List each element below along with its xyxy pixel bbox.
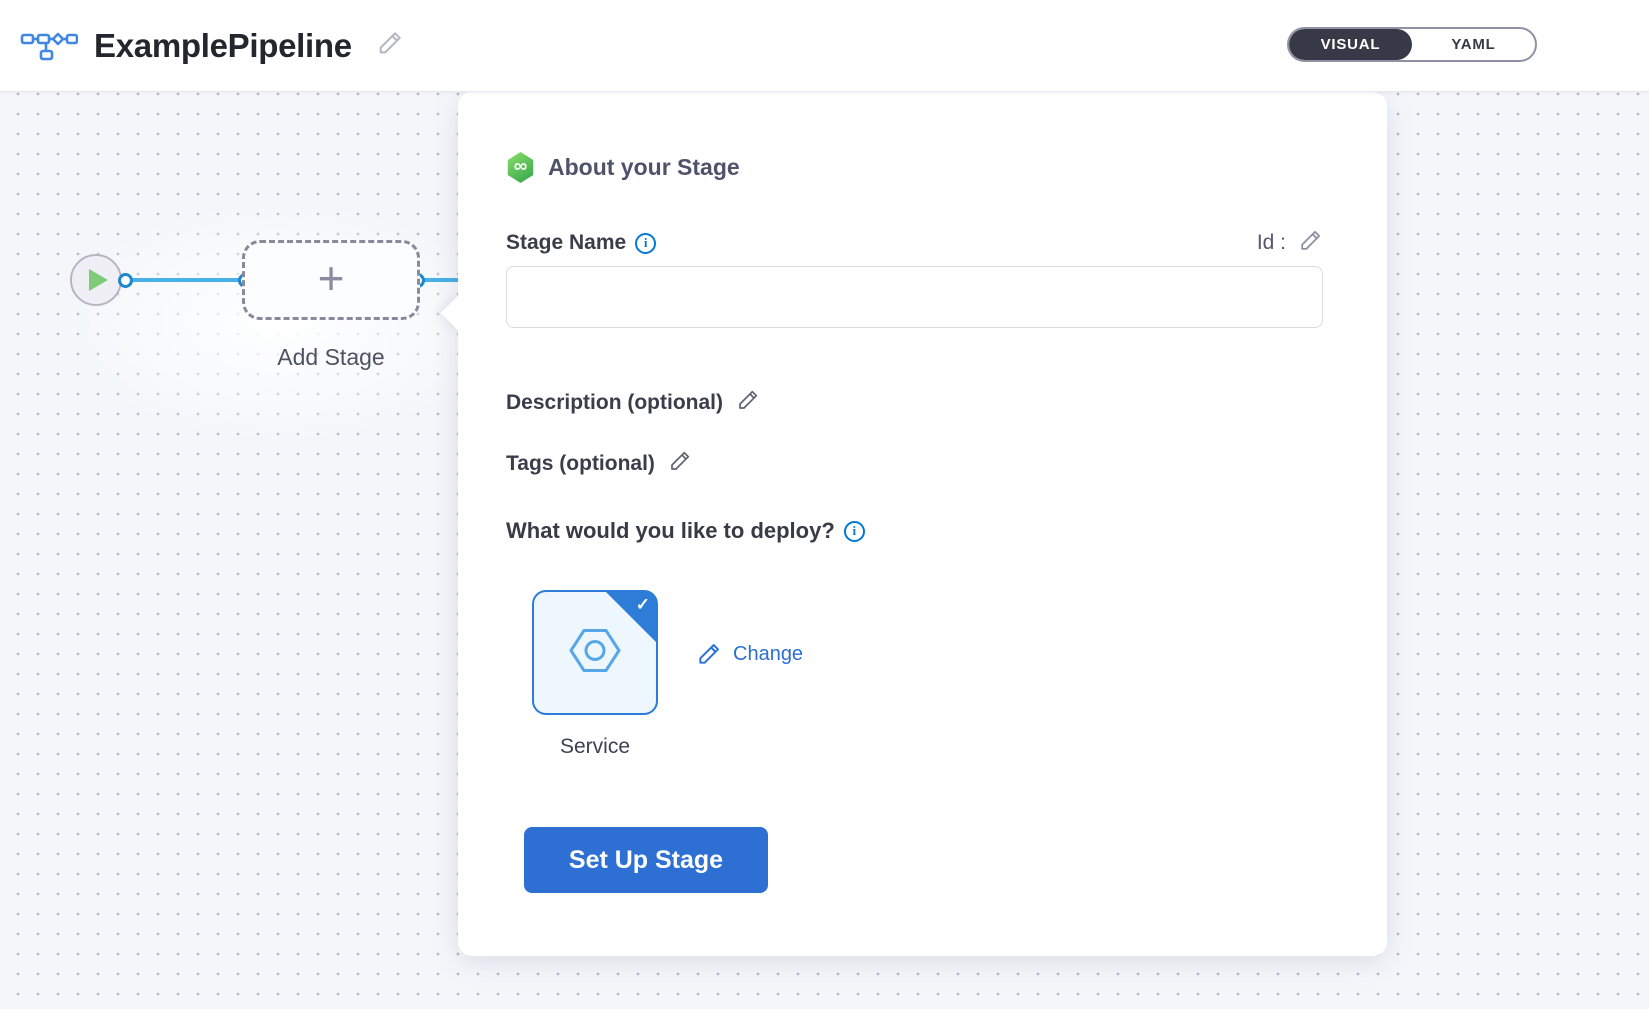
pipeline-header: ExamplePipeline VISUAL YAML (0, 0, 1649, 92)
edit-change-icon (696, 641, 722, 667)
toggle-visual[interactable]: VISUAL (1289, 29, 1412, 60)
description-label: Description (optional) (506, 391, 723, 415)
info-icon[interactable]: i (844, 521, 865, 542)
toggle-yaml[interactable]: YAML (1412, 29, 1535, 60)
stage-config-panel: ∞ About your Stage Stage Name i Id : Des… (458, 92, 1387, 956)
panel-header: ∞ About your Stage (506, 152, 740, 183)
edit-id-icon[interactable] (1298, 228, 1323, 258)
deploy-stage-icon: ∞ (506, 152, 535, 183)
stage-name-label: Stage Name (506, 231, 626, 255)
infinity-glyph: ∞ (514, 157, 528, 176)
edit-description-icon[interactable] (736, 388, 760, 417)
add-stage-node[interactable]: + (242, 240, 420, 320)
view-mode-toggle: VISUAL YAML (1287, 27, 1537, 62)
stage-name-row: Stage Name i Id : (506, 228, 1323, 258)
service-card-label: Service (532, 735, 658, 759)
info-icon[interactable]: i (635, 233, 656, 254)
panel-title: About your Stage (548, 154, 740, 181)
pipeline-start-node (70, 254, 122, 306)
edit-tags-icon[interactable] (668, 449, 692, 478)
edit-pipeline-name-icon[interactable] (376, 29, 404, 62)
connector-dot (118, 273, 133, 288)
pipeline-icon (20, 27, 78, 65)
pipeline-studio: ExamplePipeline VISUAL YAML + Add Stage (0, 0, 1649, 1009)
deploy-type-service-card[interactable]: ✓ (532, 590, 658, 715)
change-label: Change (733, 643, 803, 666)
tags-label: Tags (optional) (506, 452, 655, 476)
pipeline-title: ExamplePipeline (94, 27, 352, 65)
check-icon: ✓ (636, 595, 650, 615)
plus-icon: + (318, 255, 345, 301)
add-stage-label: Add Stage (230, 344, 432, 371)
description-row: Description (optional) (506, 388, 760, 417)
change-deploy-type-link[interactable]: Change (696, 641, 803, 667)
tags-row: Tags (optional) (506, 449, 692, 478)
connector-line (128, 278, 242, 282)
pipeline-brand: ExamplePipeline (0, 27, 404, 65)
deploy-question-row: What would you like to deploy? i (506, 518, 865, 544)
service-icon (566, 625, 624, 680)
deploy-question: What would you like to deploy? (506, 518, 835, 544)
stage-id-label: Id : (1257, 231, 1286, 255)
play-icon (89, 269, 108, 291)
stage-name-input[interactable] (506, 266, 1323, 328)
set-up-stage-button[interactable]: Set Up Stage (524, 827, 768, 893)
